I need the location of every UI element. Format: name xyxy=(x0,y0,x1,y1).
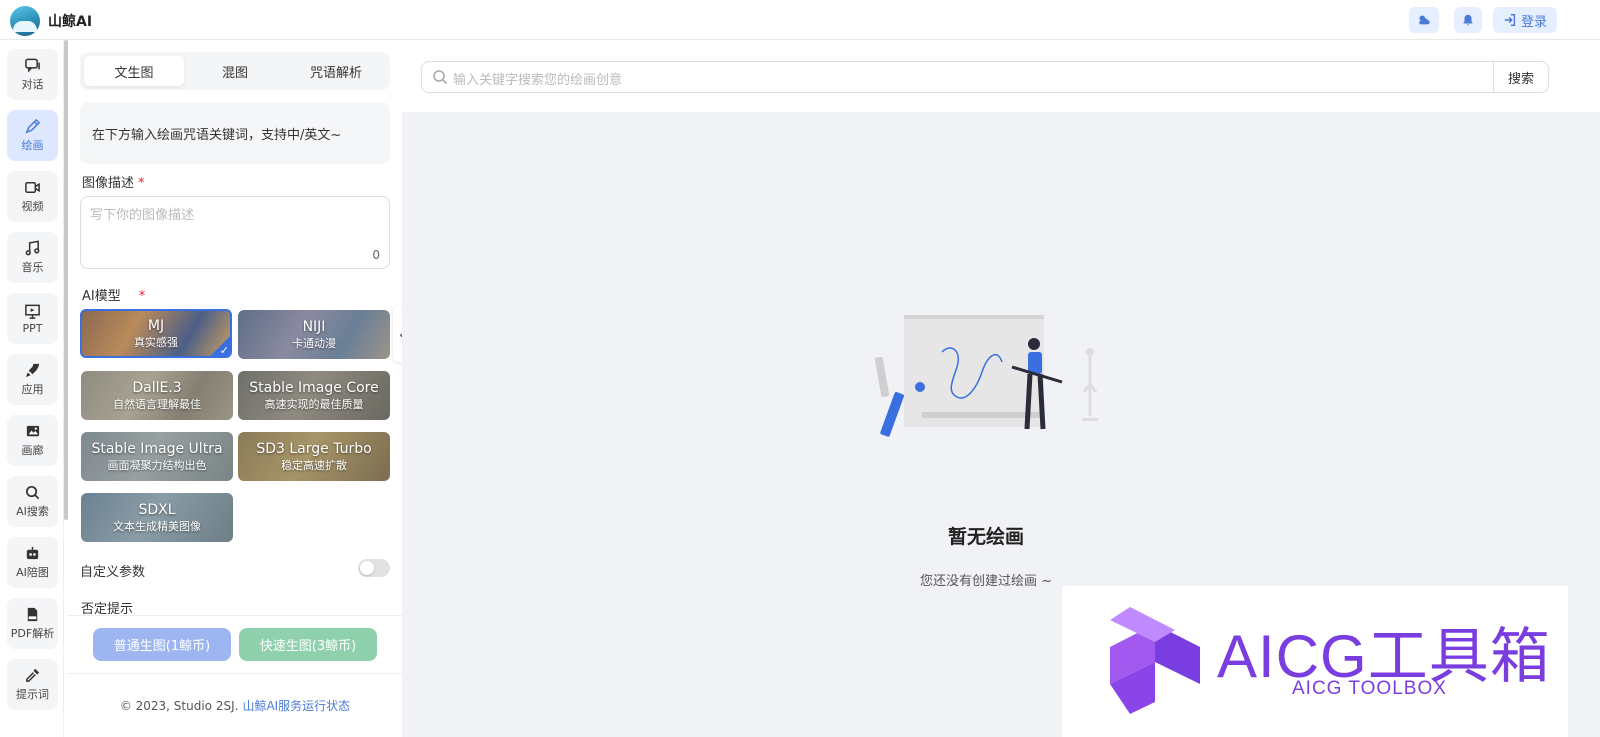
model-sub: 画面凝聚力结构出色 xyxy=(107,458,207,472)
model-sub: 自然语言理解最佳 xyxy=(113,397,201,411)
top-header: 山鲸AI 登录 xyxy=(0,0,1600,40)
generate-bar: 普通生图(1鲸币) 快速生图(3鲸币) xyxy=(68,615,402,673)
gallery-icon xyxy=(26,425,40,437)
empty-title: 暂无绘画 xyxy=(947,526,1024,548)
tab-blend[interactable]: 混图 xyxy=(185,56,285,86)
login-icon xyxy=(1504,14,1516,26)
copyright-text: © 2023, Studio 2SJ. xyxy=(119,698,239,713)
dropper-icon xyxy=(26,668,40,682)
presentation-icon xyxy=(25,304,40,319)
custom-params-toggle[interactable] xyxy=(358,559,390,577)
notification-button[interactable] xyxy=(1454,7,1482,33)
description-placeholder: 写下你的图像描述 xyxy=(90,208,195,223)
model-name: DallE.3 xyxy=(132,379,182,396)
rail-item-apps[interactable]: 应用 xyxy=(7,354,58,405)
login-label: 登录 xyxy=(1520,14,1547,30)
rail-item-chat[interactable]: 对话 xyxy=(7,49,58,100)
rail-label: 对话 xyxy=(21,78,44,91)
model-sub: 稳定高速扩散 xyxy=(281,458,347,472)
model-name: NIJI xyxy=(302,318,326,335)
search-input[interactable]: 输入关键字搜索您的绘画创意 xyxy=(453,69,622,88)
rail-label: PPT xyxy=(22,321,43,335)
app-title: 山鲸AI xyxy=(48,14,93,30)
description-label: 图像描述 * xyxy=(82,172,145,191)
model-sub: 卡通动漫 xyxy=(292,336,336,350)
model-card-sd3-large-turbo[interactable]: SD3 Large Turbo 稳定高速扩散 xyxy=(238,432,390,481)
rail-label: 画廊 xyxy=(21,444,44,457)
model-sub: 真实感强 xyxy=(134,335,178,349)
bell-icon xyxy=(1463,14,1473,26)
selected-check-icon xyxy=(210,336,230,356)
mode-tabs: 文生图 混图 咒语解析 xyxy=(80,52,390,90)
rail-label: 提示词 xyxy=(16,688,49,701)
video-icon xyxy=(25,182,40,193)
music-icon xyxy=(25,240,40,256)
left-rail: 对话 绘画 视频 音乐 PPT 应用 画廊 AI搜索 AI陪图 PDF解析 提示… xyxy=(0,40,64,737)
rail-item-music[interactable]: 音乐 xyxy=(7,232,58,283)
tab-prompt-analysis[interactable]: 咒语解析 xyxy=(286,56,386,86)
tab-text-to-image[interactable]: 文生图 xyxy=(84,56,184,86)
brush-icon xyxy=(25,118,41,134)
model-card-dalle3[interactable]: DallE.3 自然语言理解最佳 xyxy=(81,371,233,420)
rail-item-ai-search[interactable]: AI搜索 xyxy=(7,476,58,527)
chat-icon xyxy=(25,58,40,73)
watermark-subtext: AICG TOOLBOX xyxy=(1292,678,1447,699)
login-button[interactable]: 登录 xyxy=(1493,7,1557,33)
pdf-icon xyxy=(27,607,38,622)
robot-icon xyxy=(26,546,39,560)
rail-item-pdf[interactable]: PDF解析 xyxy=(7,598,58,649)
watermark-logo-icon xyxy=(1110,607,1200,714)
model-card-stable-image-ultra[interactable]: Stable Image Ultra 画面凝聚力结构出色 xyxy=(81,432,233,481)
watermark: AICG工具箱 AICG TOOLBOX xyxy=(1062,586,1568,737)
description-label-text: 图像描述 xyxy=(82,176,135,191)
status-link[interactable]: 山鲸AI服务运行状态 xyxy=(242,697,350,714)
rail-item-ppt[interactable]: PPT xyxy=(7,293,58,344)
rocket-icon xyxy=(25,363,40,378)
search-icon xyxy=(25,485,40,500)
rail-label: AI陪图 xyxy=(16,566,49,579)
rail-label: 绘画 xyxy=(21,139,44,152)
model-name: SD3 Large Turbo xyxy=(256,440,372,457)
rail-item-prompts[interactable]: 提示词 xyxy=(7,659,58,710)
rail-label: AI搜索 xyxy=(16,505,49,518)
rail-item-draw[interactable]: 绘画 xyxy=(7,110,58,161)
required-mark: * xyxy=(138,176,145,191)
model-label: AI模型 * xyxy=(82,285,145,304)
model-label-text: AI模型 xyxy=(82,289,121,304)
footer: © 2023, Studio 2SJ. 山鲸AI服务运行状态 xyxy=(68,673,402,737)
model-name: MJ xyxy=(147,317,165,334)
app-logo xyxy=(10,6,40,36)
rail-label: PDF解析 xyxy=(10,627,55,640)
model-sub: 高速实现的最佳质量 xyxy=(264,397,364,411)
required-mark: * xyxy=(138,289,146,304)
model-card-stable-image-core[interactable]: Stable Image Core 高速实现的最佳质量 xyxy=(238,371,390,420)
char-counter: 0 xyxy=(372,248,380,262)
rail-label: 视频 xyxy=(21,200,44,213)
empty-drawing-illustration xyxy=(874,315,1098,437)
rail-item-video[interactable]: 视频 xyxy=(7,171,58,222)
theme-toggle-button[interactable] xyxy=(1409,7,1439,33)
rail-item-ai-image[interactable]: AI陪图 xyxy=(7,537,58,588)
model-card-sdxl[interactable]: SDXL 文本生成精美图像 xyxy=(81,493,233,542)
search-icon xyxy=(433,70,448,85)
fast-generate-button[interactable]: 快速生图(3鲸币) xyxy=(239,628,377,661)
description-textarea[interactable]: 写下你的图像描述 0 xyxy=(80,196,390,269)
rail-item-gallery[interactable]: 画廊 xyxy=(7,415,58,466)
model-card-niji[interactable]: NIJI 卡通动漫 xyxy=(238,310,390,359)
rail-label: 音乐 xyxy=(21,261,44,274)
custom-params-label: 自定义参数 xyxy=(80,565,146,580)
model-name: Stable Image Ultra xyxy=(91,440,223,457)
model-sub: 文本生成精美图像 xyxy=(113,519,201,533)
prompt-hint: 在下方输入绘画咒语关键词，支持中/英文~ xyxy=(80,102,390,164)
model-name: Stable Image Core xyxy=(249,379,379,396)
gallery-search: 输入关键字搜索您的绘画创意 搜索 xyxy=(421,61,1549,93)
model-card-mj[interactable]: MJ 真实感强 xyxy=(80,309,232,358)
draw-panel: 文生图 混图 咒语解析 在下方输入绘画咒语关键词，支持中/英文~ 图像描述 * 写… xyxy=(68,40,402,737)
weather-icon xyxy=(1419,15,1430,25)
normal-generate-button[interactable]: 普通生图(1鲸币) xyxy=(93,628,231,661)
rail-label: 应用 xyxy=(21,383,44,396)
model-name: SDXL xyxy=(138,501,176,518)
search-button[interactable]: 搜索 xyxy=(1493,62,1548,92)
